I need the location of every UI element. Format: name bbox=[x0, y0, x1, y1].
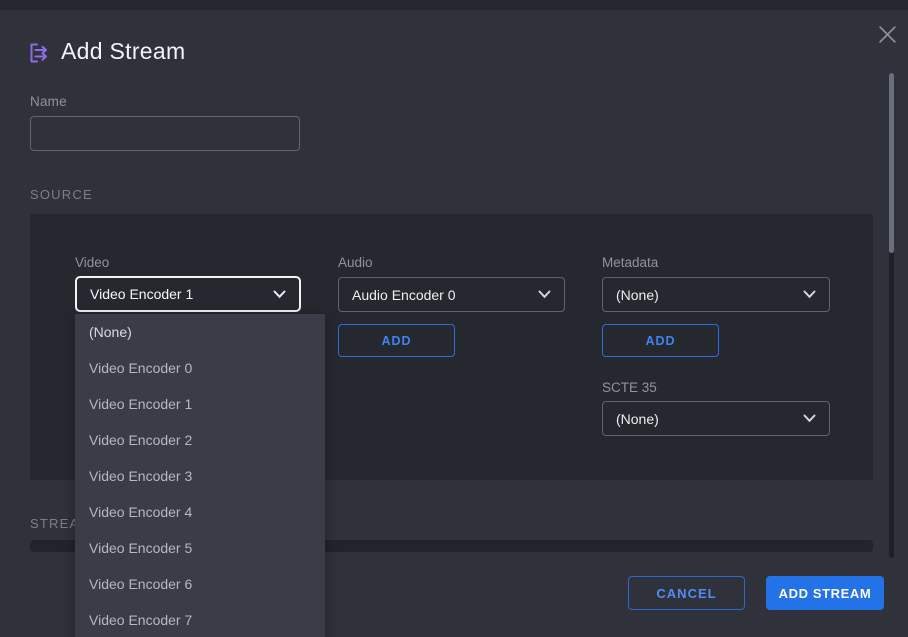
dialog-surface: Add Stream Name SOURCE Video Video Encod… bbox=[0, 10, 908, 637]
audio-label: Audio bbox=[338, 255, 373, 270]
audio-select[interactable]: Audio Encoder 0 bbox=[338, 277, 565, 312]
scrollbar-track[interactable] bbox=[889, 73, 894, 558]
add-stream-modal: Add Stream Name SOURCE Video Video Encod… bbox=[0, 0, 908, 637]
chevron-down-icon bbox=[803, 414, 816, 423]
video-select-dropdown: (None) Video Encoder 0 Video Encoder 1 V… bbox=[75, 314, 325, 637]
dropdown-option[interactable]: (None) bbox=[75, 314, 325, 350]
video-select-value: Video Encoder 1 bbox=[90, 286, 193, 302]
name-label: Name bbox=[30, 94, 67, 109]
metadata-select[interactable]: (None) bbox=[602, 277, 830, 312]
stream-out-icon bbox=[27, 40, 51, 66]
dropdown-option[interactable]: Video Encoder 1 bbox=[75, 386, 325, 422]
name-input[interactable] bbox=[30, 116, 300, 151]
scrollbar-thumb[interactable] bbox=[889, 73, 894, 253]
metadata-add-button[interactable]: ADD bbox=[602, 324, 719, 357]
add-stream-button[interactable]: ADD STREAM bbox=[766, 576, 884, 610]
chevron-down-icon bbox=[273, 290, 286, 299]
video-label: Video bbox=[75, 255, 109, 270]
scte35-select-value: (None) bbox=[616, 411, 659, 427]
dropdown-option[interactable]: Video Encoder 5 bbox=[75, 530, 325, 566]
scte35-label: SCTE 35 bbox=[602, 380, 657, 395]
dropdown-option[interactable]: Video Encoder 6 bbox=[75, 566, 325, 602]
audio-add-button[interactable]: ADD bbox=[338, 324, 455, 357]
video-select[interactable]: Video Encoder 1 bbox=[75, 276, 301, 312]
close-icon[interactable] bbox=[874, 21, 900, 47]
audio-select-value: Audio Encoder 0 bbox=[352, 287, 456, 303]
source-section-label: SOURCE bbox=[30, 187, 93, 202]
dropdown-option[interactable]: Video Encoder 7 bbox=[75, 602, 325, 637]
cancel-button[interactable]: CANCEL bbox=[628, 576, 745, 610]
dropdown-option[interactable]: Video Encoder 0 bbox=[75, 350, 325, 386]
metadata-select-value: (None) bbox=[616, 287, 659, 303]
dropdown-option[interactable]: Video Encoder 3 bbox=[75, 458, 325, 494]
chevron-down-icon bbox=[803, 290, 816, 299]
metadata-label: Metadata bbox=[602, 255, 658, 270]
dropdown-option[interactable]: Video Encoder 2 bbox=[75, 422, 325, 458]
page-title: Add Stream bbox=[61, 38, 185, 65]
dropdown-option[interactable]: Video Encoder 4 bbox=[75, 494, 325, 530]
chevron-down-icon bbox=[538, 290, 551, 299]
scte35-select[interactable]: (None) bbox=[602, 401, 830, 436]
